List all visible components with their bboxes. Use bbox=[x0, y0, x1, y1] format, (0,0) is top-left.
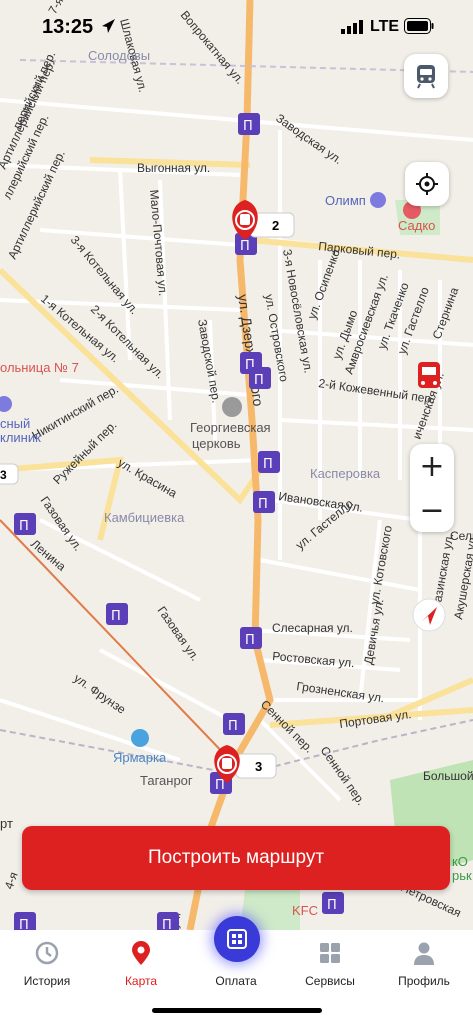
tab-label: Карта bbox=[124, 974, 158, 988]
place-taganrog: Таганрог bbox=[140, 773, 193, 788]
place-kfc: KFC bbox=[292, 903, 318, 918]
vehicle-marker-label: 3 bbox=[255, 759, 262, 774]
svg-text:Π: Π bbox=[19, 519, 29, 534]
tram-icon bbox=[222, 758, 232, 769]
signal-icon bbox=[341, 20, 363, 34]
zoom-in-button[interactable]: + bbox=[410, 444, 454, 488]
stop-icon[interactable]: Π bbox=[253, 491, 275, 513]
svg-text:Π: Π bbox=[228, 719, 238, 734]
tab-label: Профиль bbox=[398, 974, 450, 988]
svg-text:3: 3 bbox=[0, 468, 7, 482]
place-church: Георгиевская bbox=[190, 420, 271, 435]
street-label: Слесарная ул. bbox=[272, 621, 353, 635]
stop-icon[interactable]: Π bbox=[322, 892, 344, 914]
stop-icon[interactable]: Π bbox=[106, 603, 128, 625]
svg-text:Π: Π bbox=[263, 457, 273, 472]
place-kasperovka: Касперовка bbox=[310, 466, 381, 481]
stop-icon[interactable]: Π bbox=[258, 451, 280, 473]
stop-icon[interactable]: Π bbox=[14, 513, 36, 535]
qr-pay-icon bbox=[227, 929, 247, 949]
street-label: Большой bbox=[423, 769, 473, 783]
svg-text:Π: Π bbox=[240, 239, 250, 254]
street-label: Выгонная ул. bbox=[137, 161, 210, 175]
place-clinic-2: клиник bbox=[0, 430, 41, 445]
church-icon bbox=[222, 397, 242, 417]
compass-icon[interactable] bbox=[412, 598, 446, 632]
svg-text:Π: Π bbox=[327, 898, 337, 913]
place-olimp: Олимп bbox=[325, 193, 366, 208]
place-clinic: сный bbox=[0, 416, 30, 431]
svg-text:Π: Π bbox=[243, 119, 253, 134]
history-icon bbox=[35, 941, 59, 965]
vehicle-marker-label: 2 bbox=[272, 218, 279, 233]
tab-label: Оплата bbox=[215, 974, 257, 988]
transport-filter-button[interactable] bbox=[404, 54, 448, 98]
network-type: LTE bbox=[370, 18, 400, 35]
fitness-icon bbox=[370, 192, 386, 208]
zoom-controls: + − bbox=[410, 444, 454, 532]
place-yarmarka: Ярмарка bbox=[113, 750, 167, 765]
zoom-out-button[interactable]: − bbox=[410, 488, 454, 532]
place-kambitsievka: Камбициевка bbox=[104, 510, 185, 525]
battery-icon bbox=[404, 18, 434, 34]
map-edge-text: рт bbox=[0, 816, 13, 831]
tab-profile[interactable]: Профиль bbox=[377, 940, 471, 988]
tab-history[interactable]: История bbox=[0, 940, 94, 988]
tram-icon bbox=[240, 214, 250, 225]
svg-text:Π: Π bbox=[215, 778, 225, 793]
home-indicator bbox=[152, 1008, 322, 1013]
stop-icon[interactable]: Π bbox=[240, 627, 262, 649]
tab-services[interactable]: Сервисы bbox=[283, 940, 377, 988]
status-bar: 13:25 LTE bbox=[0, 0, 473, 56]
person-icon bbox=[414, 942, 434, 965]
locate-button[interactable] bbox=[405, 162, 449, 206]
svg-text:Π: Π bbox=[245, 633, 255, 648]
stop-icon[interactable]: Π bbox=[223, 713, 245, 735]
tab-label: История bbox=[23, 974, 71, 988]
grid-icon bbox=[320, 943, 340, 963]
shop-icon bbox=[131, 729, 149, 747]
svg-text:Π: Π bbox=[258, 497, 268, 512]
tram-stop-icon[interactable] bbox=[418, 362, 440, 388]
map-pin-icon bbox=[132, 941, 150, 965]
stop-icon[interactable]: Π bbox=[249, 367, 271, 389]
tab-map[interactable]: Карта bbox=[94, 940, 188, 988]
svg-text:Π: Π bbox=[111, 609, 121, 624]
crosshair-icon bbox=[416, 173, 438, 195]
edge-label: 3 bbox=[0, 463, 19, 485]
tram-icon bbox=[417, 65, 435, 89]
place-church-2: церковь bbox=[192, 436, 241, 451]
place-park: кО bbox=[452, 854, 468, 869]
stop-icon[interactable]: Π bbox=[238, 113, 260, 135]
place-hospital: ольница № 7 bbox=[0, 360, 79, 375]
place-sadko: Садко bbox=[398, 218, 435, 233]
place-park-2: рьк bbox=[452, 868, 472, 883]
build-route-button[interactable]: Построить маршрут bbox=[22, 826, 450, 890]
clock: 13:25 bbox=[42, 16, 94, 38]
pay-button[interactable] bbox=[214, 916, 260, 962]
location-arrow-icon bbox=[102, 19, 115, 33]
tab-label: Сервисы bbox=[305, 974, 355, 988]
svg-text:Π: Π bbox=[254, 373, 264, 388]
